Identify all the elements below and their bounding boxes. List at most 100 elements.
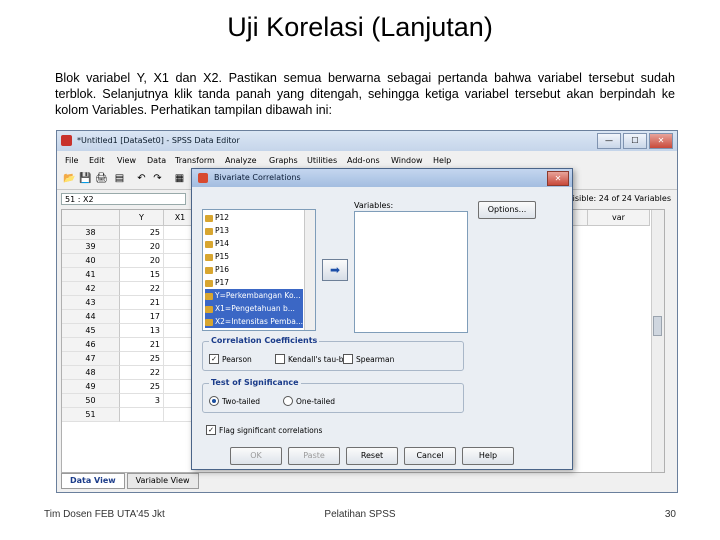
table-row: 51 xyxy=(62,408,197,422)
spss-menubar: File Edit View Data Transform Analyze Gr… xyxy=(57,153,677,167)
scale-variable-icon xyxy=(205,318,213,326)
menu-view[interactable]: View xyxy=(117,156,136,165)
table-row: 44 17 xyxy=(62,310,197,324)
menu-window[interactable]: Window xyxy=(391,156,423,165)
table-row: 40 20 xyxy=(62,254,197,268)
table-row: 41 15 xyxy=(62,268,197,282)
flag-significant-checkbox[interactable]: ✓ Flag significant correlations xyxy=(206,425,322,435)
spss-titlebar: *Untitled1 [DataSet0] - SPSS Data Editor… xyxy=(57,131,677,151)
move-variables-button[interactable]: ➡ xyxy=(322,259,348,281)
list-item[interactable]: P17 xyxy=(205,276,303,289)
variables-list[interactable] xyxy=(354,211,468,333)
kendall-checkbox[interactable]: Kendall's tau-b xyxy=(275,354,344,364)
menu-add-ons[interactable]: Add-ons xyxy=(347,156,380,165)
test-of-significance-group: Test of Significance Two-tailed One-tail… xyxy=(202,378,464,413)
minimize-button[interactable]: — xyxy=(597,133,621,149)
scale-variable-icon xyxy=(205,305,213,313)
menu-edit[interactable]: Edit xyxy=(89,156,105,165)
scale-variable-icon xyxy=(205,279,213,287)
table-row: 47 25 xyxy=(62,352,197,366)
scale-variable-icon xyxy=(205,266,213,274)
redo-icon[interactable]: ↷ xyxy=(151,173,164,185)
cell-reference-field[interactable]: 51 : X2 xyxy=(61,193,186,205)
check-icon: ✓ xyxy=(206,425,216,435)
visible-variables-count: Visible: 24 of 24 Variables xyxy=(567,194,671,203)
list-item-selected[interactable]: Y=Perkembangan Ko... xyxy=(205,289,303,302)
goto-case-icon[interactable]: ▦ xyxy=(173,173,186,185)
table-row: 42 22 xyxy=(62,282,197,296)
menu-utilities[interactable]: Utilities xyxy=(307,156,337,165)
table-row: 39 20 xyxy=(62,240,197,254)
one-tailed-radio[interactable]: One-tailed xyxy=(283,396,335,406)
correlation-coefficients-title: Correlation Coefficients xyxy=(209,336,320,345)
list-item[interactable]: P13 xyxy=(205,224,303,237)
menu-graphs[interactable]: Graphs xyxy=(269,156,298,165)
list-item-selected[interactable]: X1=Pengetahuan b... xyxy=(205,302,303,315)
slide-instructions: Blok variabel Y, X1 dan X2. Pastikan sem… xyxy=(55,71,675,117)
spss-screenshot: *Untitled1 [DataSet0] - SPSS Data Editor… xyxy=(56,130,678,493)
reset-button[interactable]: Reset xyxy=(346,447,398,465)
table-row: 46 21 xyxy=(62,338,197,352)
table-row: 45 13 xyxy=(62,324,197,338)
two-tailed-radio[interactable]: Two-tailed xyxy=(209,396,260,406)
pearson-checkbox[interactable]: ✓ Pearson xyxy=(209,354,252,364)
check-icon: ✓ xyxy=(209,354,219,364)
spearman-checkbox[interactable]: Spearman xyxy=(343,354,394,364)
column-header-y[interactable]: Y xyxy=(120,210,164,226)
ok-button[interactable]: OK xyxy=(230,447,282,465)
menu-file[interactable]: File xyxy=(65,156,78,165)
paste-button[interactable]: Paste xyxy=(288,447,340,465)
list-item[interactable]: P15 xyxy=(205,250,303,263)
scale-variable-icon xyxy=(205,292,213,300)
dialog-app-icon xyxy=(198,173,208,183)
arrow-right-icon: ➡ xyxy=(329,263,341,277)
table-row: 38 25 xyxy=(62,226,197,240)
menu-analyze[interactable]: Analyze xyxy=(225,156,257,165)
scale-variable-icon xyxy=(205,240,213,248)
scale-variable-icon xyxy=(205,227,213,235)
dialog-close-button[interactable]: ✕ xyxy=(547,171,569,186)
menu-help[interactable]: Help xyxy=(433,156,451,165)
maximize-button[interactable]: ☐ xyxy=(623,133,647,149)
scroll-thumb[interactable] xyxy=(653,316,662,336)
tab-variable-view[interactable]: Variable View xyxy=(126,473,199,489)
scale-variable-icon xyxy=(205,253,213,261)
list-scrollbar[interactable] xyxy=(304,210,315,330)
correlation-coefficients-group: Correlation Coefficients ✓ Pearson Kendal… xyxy=(202,336,464,371)
close-window-button[interactable]: ✕ xyxy=(649,133,673,149)
column-header-var[interactable]: var xyxy=(588,210,650,226)
spss-window-title: *Untitled1 [DataSet0] - SPSS Data Editor xyxy=(77,136,240,145)
menu-transform[interactable]: Transform xyxy=(175,156,215,165)
spss-app-icon xyxy=(61,135,72,146)
table-row: 43 21 xyxy=(62,296,197,310)
help-button[interactable]: Help xyxy=(462,447,514,465)
list-item[interactable]: P16 xyxy=(205,263,303,276)
tab-data-view[interactable]: Data View xyxy=(61,473,125,489)
scale-variable-icon xyxy=(205,214,213,222)
slide-title: Uji Korelasi (Lanjutan) xyxy=(227,12,493,42)
source-variable-list[interactable]: P12 P13 P14 P15 P16 P17 Y=Perkembangan K… xyxy=(202,209,316,331)
table-row: 48 22 xyxy=(62,366,197,380)
test-of-significance-title: Test of Significance xyxy=(209,378,301,387)
dialog-title: Bivariate Correlations xyxy=(214,173,301,182)
list-item[interactable]: P14 xyxy=(205,237,303,250)
dialog-recall-icon[interactable]: ▤ xyxy=(113,173,126,185)
options-button[interactable]: Options... xyxy=(478,201,536,219)
footer-course: Pelatihan SPSS xyxy=(324,509,396,520)
page-number: 30 xyxy=(664,509,676,520)
dialog-titlebar: Bivariate Correlations ✕ xyxy=(192,169,572,187)
table-row: 50 3 xyxy=(62,394,197,408)
variables-label: Variables: xyxy=(354,201,394,210)
cancel-button[interactable]: Cancel xyxy=(404,447,456,465)
print-icon[interactable]: 🖨 xyxy=(95,173,108,185)
corner-header xyxy=(62,210,120,226)
menu-data[interactable]: Data xyxy=(147,156,166,165)
undo-icon[interactable]: ↶ xyxy=(135,173,148,185)
table-row: 49 25 xyxy=(62,380,197,394)
list-item[interactable]: P12 xyxy=(205,211,303,224)
vertical-scrollbar[interactable] xyxy=(651,210,664,472)
save-icon[interactable]: 💾 xyxy=(79,173,92,185)
bivariate-correlations-dialog: Bivariate Correlations ✕ P12 P13 P14 P15… xyxy=(191,168,573,470)
open-icon[interactable]: 📂 xyxy=(63,173,76,185)
list-item-selected[interactable]: X2=Intensitas Pemba... xyxy=(205,315,303,328)
